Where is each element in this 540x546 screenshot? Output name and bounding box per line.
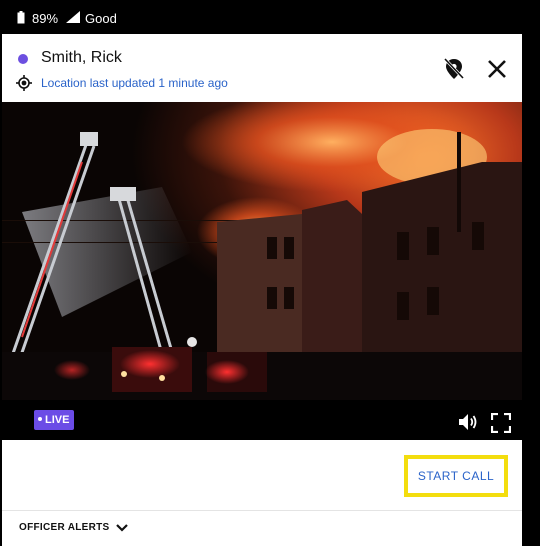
- signal-status: Good: [85, 11, 117, 26]
- live-video-feed[interactable]: LIVE: [2, 102, 522, 440]
- close-icon[interactable]: [487, 59, 507, 79]
- battery-level: 89%: [32, 11, 59, 26]
- location-pin-off-icon[interactable]: [443, 57, 465, 81]
- panel-header: Smith, Rick Location last updated 1 minu…: [2, 34, 522, 102]
- chevron-down-icon: [115, 523, 128, 532]
- gps-icon: [16, 75, 32, 91]
- divider: [2, 510, 522, 511]
- officer-alerts-label: OFFICER ALERTS: [19, 522, 110, 533]
- live-label: LIVE: [45, 414, 70, 426]
- officer-status-dot: [18, 54, 28, 64]
- call-actions: START CALL: [2, 440, 522, 510]
- volume-icon[interactable]: [458, 413, 478, 431]
- signal-icon: [66, 11, 80, 23]
- officer-name: Smith, Rick: [41, 49, 122, 66]
- video-frame: [2, 102, 522, 440]
- live-indicator-dot: [38, 417, 42, 422]
- status-bar: 89% Good: [0, 0, 540, 34]
- live-badge: LIVE: [34, 410, 75, 430]
- location-last-updated: Location last updated 1 minute ago: [41, 76, 228, 90]
- fullscreen-icon[interactable]: [491, 413, 511, 433]
- battery-icon: [17, 11, 25, 24]
- start-call-button[interactable]: START CALL: [404, 455, 508, 497]
- officer-alerts-toggle[interactable]: OFFICER ALERTS: [19, 522, 128, 538]
- officer-video-panel: Smith, Rick Location last updated 1 minu…: [2, 34, 522, 546]
